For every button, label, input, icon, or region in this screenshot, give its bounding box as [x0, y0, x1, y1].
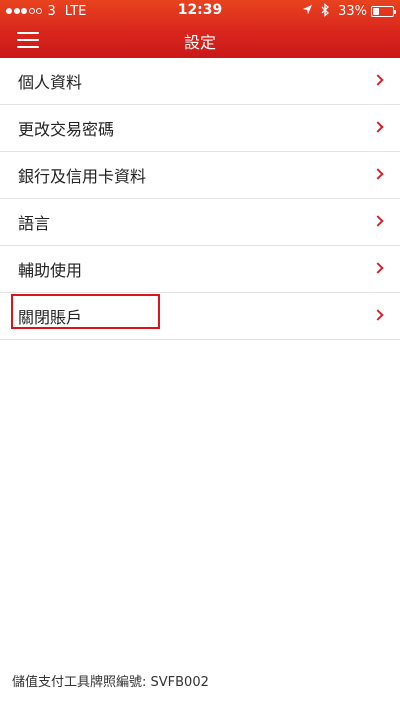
settings-list: 個人資料 更改交易密碼 銀行及信用卡資料 語言 輔助使用 關閉賬戶: [0, 58, 400, 340]
location-arrow-icon: [302, 4, 313, 18]
settings-item-close-account[interactable]: 關閉賬戶: [0, 293, 400, 340]
settings-item-label: 輔助使用: [18, 261, 83, 280]
settings-item-label: 語言: [18, 214, 51, 233]
chevron-right-icon: [372, 215, 384, 227]
status-bar: 3 LTE 12:39 33%: [0, 0, 400, 22]
status-right: 33%: [302, 2, 396, 20]
settings-item-label: 銀行及信用卡資料: [18, 167, 147, 186]
navigation-bar: 設定: [0, 22, 400, 58]
battery-icon: [371, 5, 396, 17]
chevron-right-icon: [372, 168, 384, 180]
battery-percent: 33%: [338, 3, 367, 19]
settings-item-change-transaction-password[interactable]: 更改交易密碼: [0, 105, 400, 152]
bluetooth-icon: [321, 2, 330, 20]
settings-item-bank-credit-card[interactable]: 銀行及信用卡資料: [0, 152, 400, 199]
hamburger-menu-icon[interactable]: [10, 25, 46, 55]
chevron-right-icon: [372, 309, 384, 321]
chevron-right-icon: [372, 74, 384, 86]
settings-item-accessibility[interactable]: 輔助使用: [0, 246, 400, 293]
settings-item-label: 更改交易密碼: [18, 120, 115, 139]
settings-item-label: 關閉賬戶: [18, 308, 83, 327]
chevron-right-icon: [372, 262, 384, 274]
chevron-right-icon: [372, 121, 384, 133]
settings-item-personal-info[interactable]: 個人資料: [0, 58, 400, 105]
battery-level: [373, 7, 379, 15]
license-number-text: 儲值支付工具牌照編號: SVFB002: [12, 675, 209, 690]
battery-cap: [394, 9, 396, 14]
settings-item-label: 個人資料: [18, 73, 83, 92]
header-bar: 3 LTE 12:39 33% 設定: [0, 0, 400, 58]
page-title: 設定: [183, 33, 216, 52]
settings-screen: 3 LTE 12:39 33% 設定 個人資料 更改交易密碼 銀行及信用卡資料 …: [0, 0, 400, 711]
settings-item-language[interactable]: 語言: [0, 199, 400, 246]
